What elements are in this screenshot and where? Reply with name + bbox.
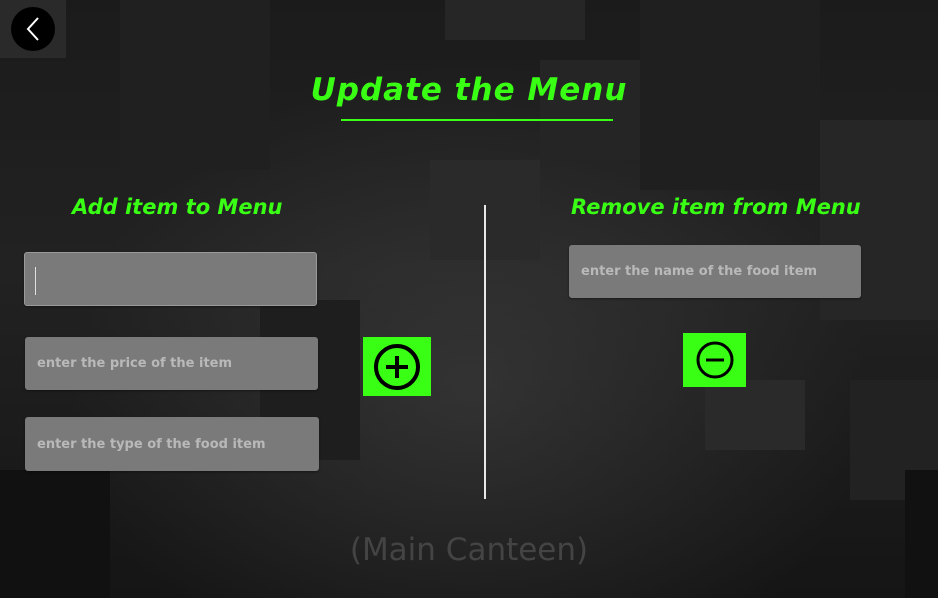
background-block bbox=[445, 0, 585, 40]
item-type-input[interactable] bbox=[25, 417, 319, 471]
remove-section-heading: Remove item from Menu bbox=[571, 195, 861, 219]
plus-circle-icon bbox=[374, 343, 420, 390]
page-title: Update the Menu bbox=[310, 72, 628, 108]
remove-item-name-input[interactable] bbox=[569, 245, 861, 298]
title-underline bbox=[341, 119, 613, 121]
canteen-label: (Main Canteen) bbox=[349, 532, 589, 568]
text-caret bbox=[35, 267, 36, 295]
page-title-container: Update the Menu bbox=[0, 72, 938, 108]
item-price-input[interactable] bbox=[25, 337, 318, 390]
add-section-heading: Add item to Menu bbox=[72, 195, 283, 219]
minus-circle-icon bbox=[696, 341, 733, 379]
add-item-button[interactable] bbox=[363, 337, 431, 396]
section-divider bbox=[484, 205, 486, 499]
remove-item-button[interactable] bbox=[683, 333, 746, 387]
item-name-input[interactable] bbox=[24, 252, 317, 306]
chevron-left-icon bbox=[26, 17, 39, 41]
background-block bbox=[705, 380, 805, 450]
back-button[interactable] bbox=[11, 7, 55, 51]
